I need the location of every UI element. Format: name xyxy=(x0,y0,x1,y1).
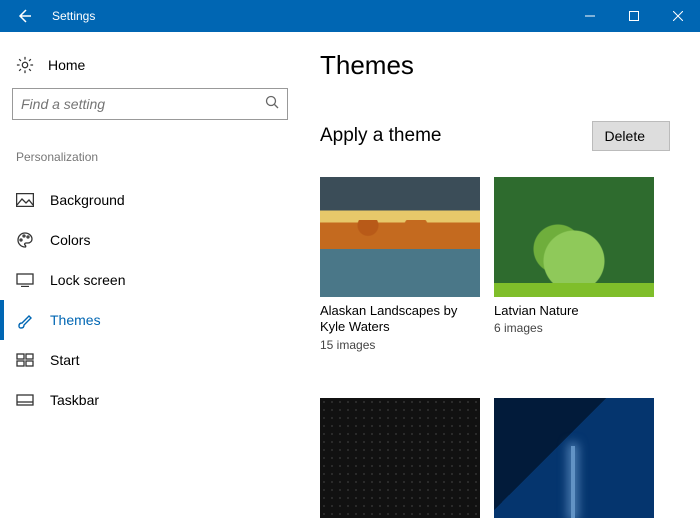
monitor-icon xyxy=(16,271,34,289)
palette-icon xyxy=(16,231,34,249)
theme-card[interactable] xyxy=(494,398,654,518)
theme-thumbnail xyxy=(320,398,480,518)
back-button[interactable] xyxy=(0,0,48,32)
theme-subtitle: 6 images xyxy=(494,321,654,335)
sidebar-item-colors[interactable]: Colors xyxy=(12,220,288,260)
theme-thumbnail xyxy=(320,177,480,297)
sidebar-item-label: Start xyxy=(50,352,80,368)
theme-accent-stripe xyxy=(320,283,480,297)
home-link[interactable]: Home xyxy=(12,50,288,88)
sidebar-item-lockscreen[interactable]: Lock screen xyxy=(12,260,288,300)
titlebar: Settings xyxy=(0,0,700,32)
sidebar-item-start[interactable]: Start xyxy=(12,340,288,380)
sidebar-item-label: Taskbar xyxy=(50,392,99,408)
search-input[interactable] xyxy=(21,96,265,112)
delete-button[interactable]: Delete xyxy=(592,121,670,151)
gear-icon xyxy=(16,56,34,74)
theme-thumbnail xyxy=(494,398,654,518)
minimize-button[interactable] xyxy=(568,0,612,32)
brush-icon xyxy=(16,311,34,329)
sidebar-item-label: Lock screen xyxy=(50,272,125,288)
maximize-button[interactable] xyxy=(612,0,656,32)
sidebar-item-themes[interactable]: Themes xyxy=(12,300,288,340)
sidebar-item-label: Background xyxy=(50,192,125,208)
search-icon xyxy=(265,95,279,114)
search-box[interactable] xyxy=(12,88,288,120)
page-title: Themes xyxy=(320,50,670,81)
theme-title: Latvian Nature xyxy=(494,303,654,319)
sidebar-item-label: Themes xyxy=(50,312,101,328)
window-title: Settings xyxy=(52,9,95,23)
section-title: Apply a theme xyxy=(320,125,441,147)
theme-card[interactable] xyxy=(320,398,480,518)
sidebar-item-label: Colors xyxy=(50,232,90,248)
theme-subtitle: 15 images xyxy=(320,338,480,352)
image-icon xyxy=(16,191,34,209)
sidebar: Home Personalization Background Colors L… xyxy=(0,32,300,530)
window-controls xyxy=(568,0,700,32)
theme-card[interactable]: Latvian Nature 6 images xyxy=(494,177,654,352)
sidebar-item-taskbar[interactable]: Taskbar xyxy=(12,380,288,420)
start-icon xyxy=(16,351,34,369)
taskbar-icon xyxy=(16,391,34,409)
category-label: Personalization xyxy=(16,150,288,164)
theme-thumbnail xyxy=(494,177,654,297)
theme-accent-stripe xyxy=(494,283,654,297)
main-content: Themes Apply a theme Delete Alaskan Land… xyxy=(300,32,700,530)
close-button[interactable] xyxy=(656,0,700,32)
theme-title: Alaskan Landscapes by Kyle Waters xyxy=(320,303,480,336)
theme-card[interactable]: Alaskan Landscapes by Kyle Waters 15 ima… xyxy=(320,177,480,352)
sidebar-item-background[interactable]: Background xyxy=(12,180,288,220)
home-label: Home xyxy=(48,57,85,73)
